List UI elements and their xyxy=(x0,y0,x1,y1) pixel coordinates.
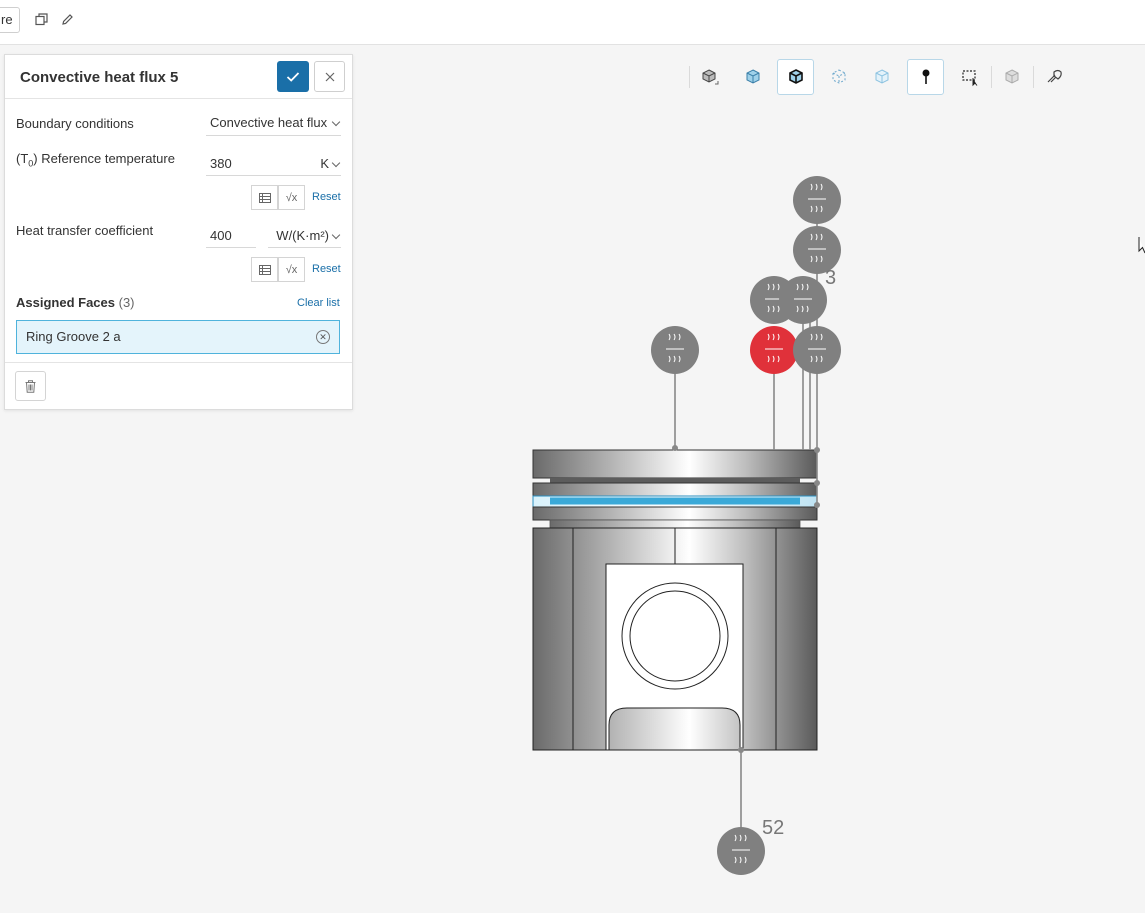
close-icon xyxy=(325,72,334,81)
pin-boss-window xyxy=(605,563,744,751)
heat-waves-icon xyxy=(808,183,826,213)
cube-dropdown-icon xyxy=(702,69,718,85)
pin-bore-inner xyxy=(629,590,721,682)
heat-waves-icon xyxy=(808,233,826,263)
table-input-button[interactable] xyxy=(251,257,278,282)
pin-icon xyxy=(922,69,929,84)
wireframe-view-button[interactable] xyxy=(820,59,857,95)
reference-temperature-unit: K xyxy=(320,156,329,171)
pencil-icon[interactable] xyxy=(59,11,75,27)
boundary-conditions-select[interactable]: Convective heat flux xyxy=(206,112,341,136)
heat-waves-icon xyxy=(765,333,783,363)
heat-waves-icon xyxy=(666,333,684,363)
shaded-edges-view-button[interactable] xyxy=(777,59,814,95)
heat-flux-marker-selected xyxy=(750,326,798,374)
trash-icon xyxy=(25,379,36,393)
heat-transfer-coefficient-label: Heat transfer coefficient xyxy=(16,223,154,238)
box-select-button[interactable] xyxy=(951,59,988,95)
pin-bore-outer xyxy=(621,582,729,690)
boundary-conditions-label: Boundary conditions xyxy=(16,116,134,131)
panel-header: Convective heat flux 5 xyxy=(5,55,352,99)
ring-groove-1 xyxy=(550,478,800,483)
sqrt-x-icon: √x xyxy=(285,263,298,276)
piston-skirt xyxy=(532,527,818,751)
ring-groove-2-highlight xyxy=(532,495,818,508)
shaded-cube-icon xyxy=(746,69,759,84)
sqrt-x-icon: √x xyxy=(285,191,298,204)
shaded-view-button[interactable] xyxy=(734,59,771,95)
formula-input-button[interactable]: √x xyxy=(278,185,305,210)
marker-count-label: 3 xyxy=(825,267,837,289)
assigned-face-item[interactable]: Ring Groove 2 a ✕ xyxy=(16,320,340,354)
reference-temperature-label: (T0) Reference temperature xyxy=(16,151,175,169)
assigned-faces-label: Assigned Faces (3) xyxy=(16,295,135,310)
mouse-cursor-icon xyxy=(1138,236,1145,259)
heat-transfer-coefficient-input[interactable]: 400 xyxy=(206,224,256,248)
piston-crown xyxy=(532,449,818,479)
heat-flux-marker xyxy=(651,326,699,374)
ring-groove-3 xyxy=(549,519,801,529)
section-view-button[interactable] xyxy=(1036,59,1073,95)
remove-face-icon[interactable]: ✕ xyxy=(316,330,330,344)
reference-temperature-reset-link[interactable]: Reset xyxy=(312,191,341,203)
reference-temperature-unit-select[interactable]: K xyxy=(268,152,341,176)
table-icon xyxy=(258,192,271,203)
ring-land-2 xyxy=(532,506,818,521)
heat-flux-marker xyxy=(717,827,765,875)
box-select-icon xyxy=(961,70,977,87)
boundary-condition-panel: Convective heat flux 5 Boundary conditio… xyxy=(4,54,353,410)
boundary-conditions-value: Convective heat flux xyxy=(210,115,328,130)
shaded-edges-cube-icon xyxy=(788,69,803,84)
hidden-cube-icon xyxy=(1005,69,1018,84)
heat-flux-marker xyxy=(793,226,841,274)
assigned-face-label: Ring Groove 2 a xyxy=(26,329,121,344)
heat-transfer-coefficient-unit-select[interactable]: W/(K·m²) xyxy=(268,224,341,248)
clear-list-link[interactable]: Clear list xyxy=(297,297,340,309)
heat-waves-icon xyxy=(732,834,750,864)
delete-button[interactable] xyxy=(15,371,46,401)
heat-flux-marker xyxy=(793,326,841,374)
top-toolbar: re xyxy=(0,0,1145,45)
assigned-faces-count: (3) xyxy=(118,295,135,310)
wireframe-cube-icon xyxy=(832,69,845,84)
heat-waves-icon xyxy=(794,283,812,313)
table-icon xyxy=(258,264,271,275)
heat-waves-icon xyxy=(765,283,783,313)
reference-temperature-label-suffix: ) Reference temperature xyxy=(33,151,175,166)
marker-count-label: 52 xyxy=(762,817,785,839)
transparent-cube-icon xyxy=(875,69,888,84)
heat-flux-marker xyxy=(779,276,827,324)
panel-footer-divider xyxy=(5,362,352,363)
transparent-view-button[interactable] xyxy=(863,59,900,95)
partial-button[interactable]: re xyxy=(0,7,20,33)
duplicate-icon[interactable] xyxy=(33,11,49,27)
ring-groove-2-a xyxy=(550,497,800,505)
formula-input-button[interactable]: √x xyxy=(278,257,305,282)
heat-transfer-coefficient-reset-link[interactable]: Reset xyxy=(312,263,341,275)
table-input-button[interactable] xyxy=(251,185,278,210)
marker-anchor-dots xyxy=(672,445,820,753)
marker-leader-lines xyxy=(674,222,818,828)
toolbar-separator xyxy=(1033,66,1034,88)
toolbar-separator xyxy=(991,66,992,88)
view-cube-button[interactable] xyxy=(691,59,728,95)
heat-flux-marker xyxy=(750,276,798,324)
heat-waves-icon xyxy=(808,333,826,363)
hide-selection-button[interactable] xyxy=(993,59,1030,95)
heat-flux-marker xyxy=(793,176,841,224)
close-button[interactable] xyxy=(314,61,345,92)
assigned-faces-title: Assigned Faces xyxy=(16,295,115,310)
section-cut-icon xyxy=(1047,69,1062,83)
checkmark-icon xyxy=(286,71,300,82)
confirm-button[interactable] xyxy=(277,61,309,92)
ring-land-1 xyxy=(532,482,818,497)
reference-temperature-label-prefix: (T xyxy=(16,151,29,166)
panel-title: Convective heat flux 5 xyxy=(20,69,179,86)
point-select-button[interactable] xyxy=(907,59,944,95)
toolbar-separator xyxy=(689,66,690,88)
heat-transfer-coefficient-unit: W/(K·m²) xyxy=(276,228,329,243)
